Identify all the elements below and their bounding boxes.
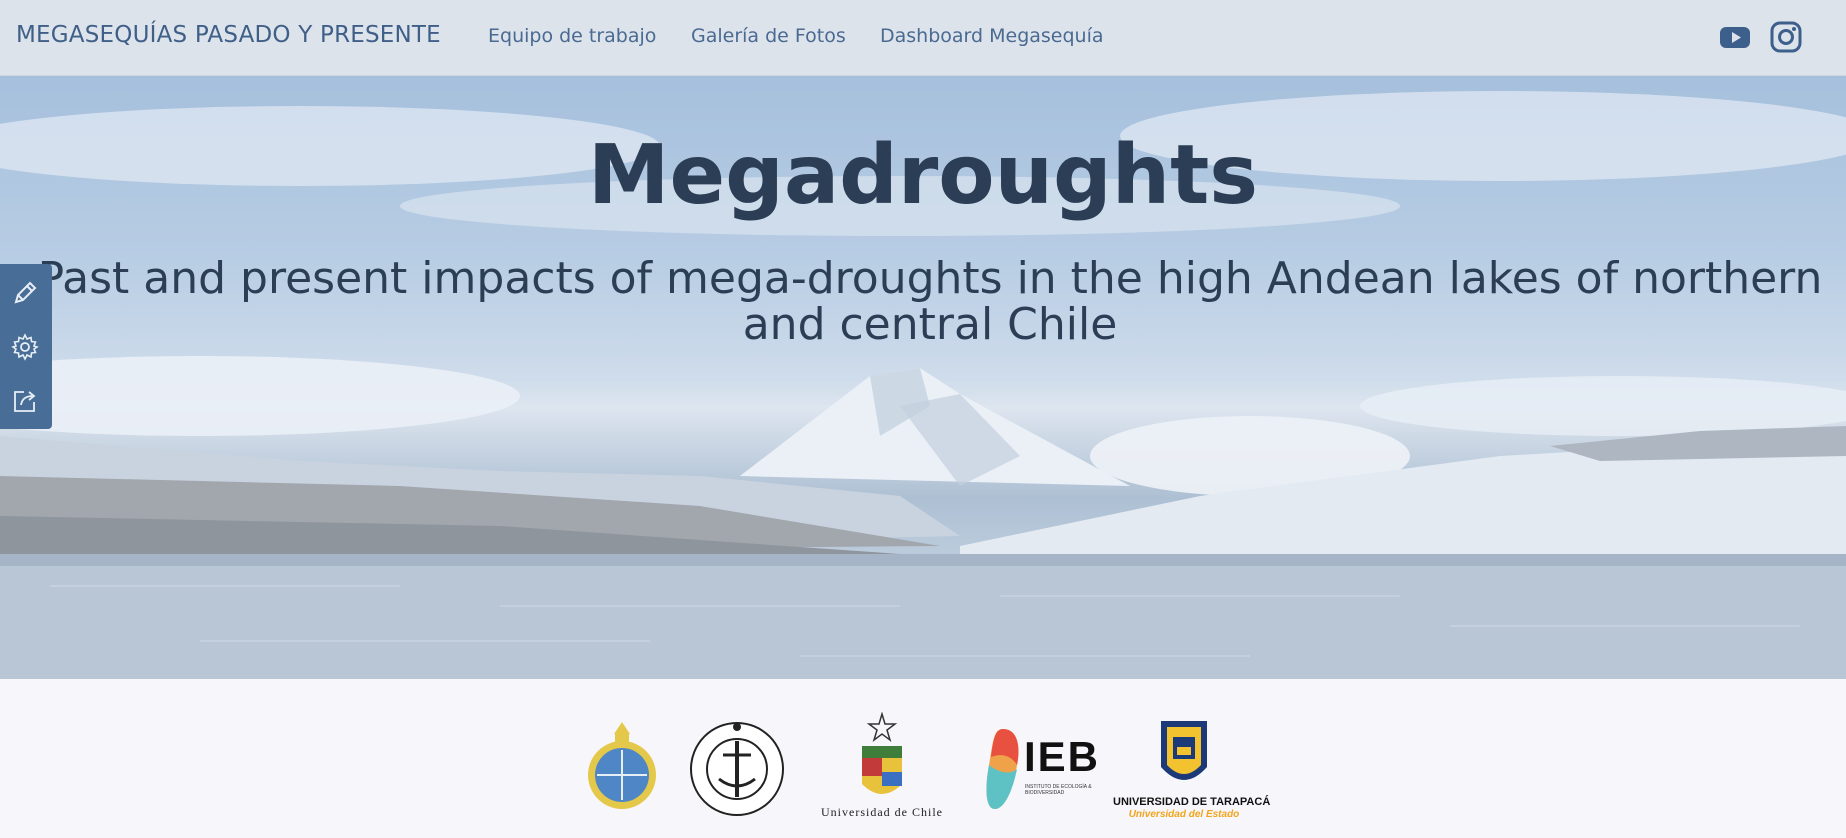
logo-text-tarapaca: UNIVERSIDAD DE TARAPACÁ [1113,796,1271,808]
side-toolbar [0,264,52,429]
nav-link-dashboard[interactable]: Dashboard Megasequía [880,25,1104,47]
logo-subtext-tarapaca: Universidad del Estado [1128,809,1240,820]
logo-text-universidad-de-chile: Universidad de Chile [821,805,943,819]
logo-ucsc [689,715,785,827]
youtube-icon[interactable] [1718,20,1752,54]
pencil-icon[interactable] [10,278,40,308]
logo-universidad-de-tarapaca: UNIVERSIDAD DE TARAPACÁ Universidad del … [1113,717,1270,820]
instagram-icon[interactable] [1769,20,1803,54]
logo-ieb: IEB INSTITUTO DE ECOLOGÍA & BIODIVERSIDA… [983,725,1098,819]
logo-text-ieb: IEB [1024,733,1101,780]
partner-logos: Universidad de Chile IEB INSTITUTO DE EC… [0,679,1846,838]
hero-banner: Megadroughts Past and present impacts of… [0,76,1846,679]
share-icon[interactable] [10,386,40,416]
hero-subtitle: Past and present impacts of mega-drought… [37,253,1823,350]
site-brand[interactable]: MEGASEQUÍAS PASADO Y PRESENTE [16,22,441,48]
nav-link-galeria[interactable]: Galería de Fotos [691,25,846,47]
logo-universidad-de-chile: Universidad de Chile [812,711,952,819]
logo-subtext-ieb: INSTITUTO DE ECOLOGÍA & BIODIVERSIDAD [1025,784,1092,796]
top-navbar: MEGASEQUÍAS PASADO Y PRESENTE Equipo de … [0,0,1846,76]
hero-title: Megadroughts [587,128,1259,223]
nav-link-equipo[interactable]: Equipo de trabajo [488,25,656,47]
gear-icon[interactable] [10,332,40,362]
logo-universidad-de-concepcion [585,720,659,824]
